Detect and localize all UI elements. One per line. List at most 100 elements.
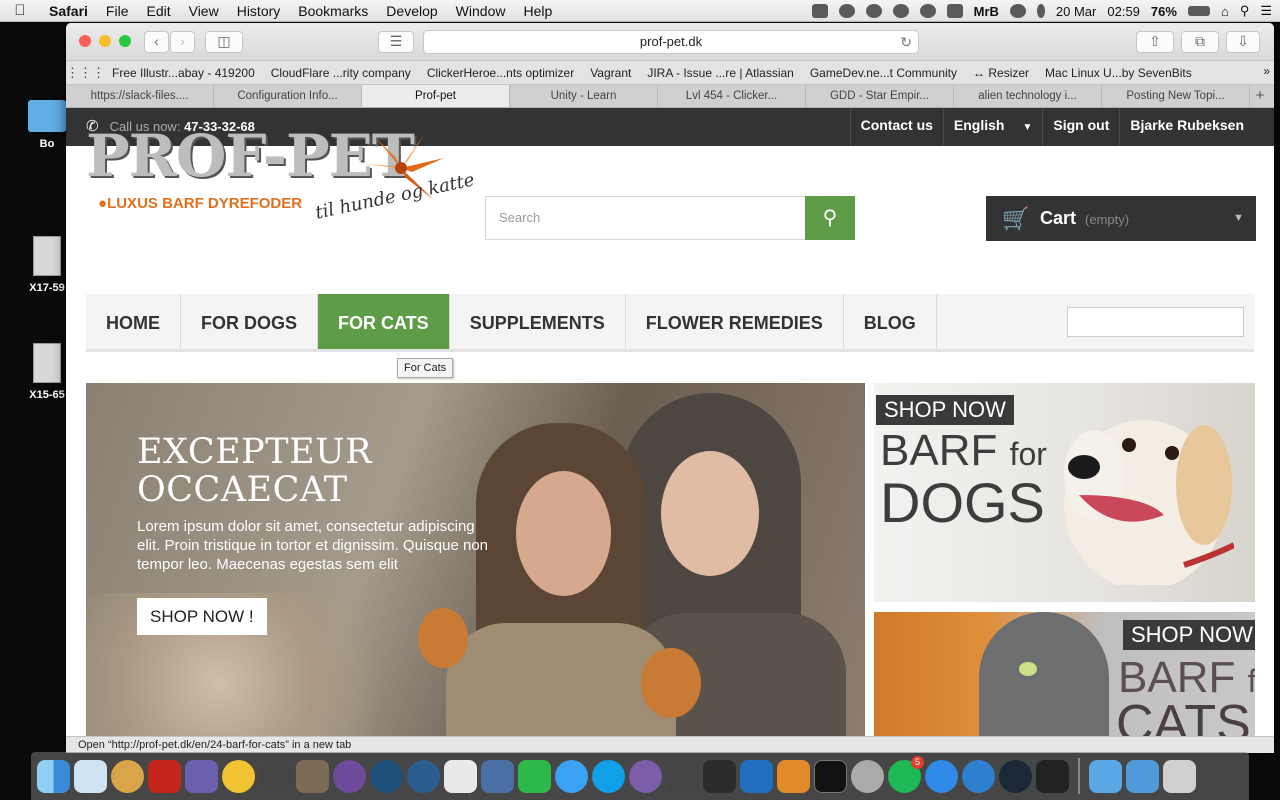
back-button[interactable]: ‹ bbox=[144, 31, 169, 53]
trash-icon[interactable] bbox=[1163, 759, 1196, 793]
transmit-icon[interactable] bbox=[185, 759, 218, 793]
address-bar[interactable]: prof-pet.dk ↻ bbox=[423, 30, 919, 54]
menu-history[interactable]: History bbox=[228, 3, 290, 19]
site-logo[interactable]: PROF-PET ●LUXUS BARF DYREFODER til hunde… bbox=[86, 122, 476, 224]
app-icon[interactable] bbox=[962, 759, 995, 793]
zoom-window-button[interactable] bbox=[119, 35, 131, 47]
finder-icon[interactable] bbox=[37, 759, 70, 793]
downloads-button[interactable]: ⇩ bbox=[1226, 31, 1260, 53]
bluetooth-icon[interactable] bbox=[1036, 4, 1045, 18]
favorite-link[interactable]: Free Illustr...abay - 419200 bbox=[104, 66, 263, 80]
browser-tab[interactable]: Unity - Learn bbox=[510, 85, 658, 107]
browser-tab[interactable]: Posting New Topi... bbox=[1102, 85, 1250, 107]
mysql-workbench-icon[interactable] bbox=[74, 759, 107, 793]
terminal-icon[interactable] bbox=[814, 759, 847, 793]
time-machine-icon[interactable] bbox=[1009, 4, 1026, 18]
sidebar-toggle-button[interactable]: ◫ bbox=[205, 31, 243, 53]
status-app-icon[interactable] bbox=[811, 4, 828, 18]
slack-icon[interactable] bbox=[444, 759, 477, 793]
favorite-link[interactable]: ClickerHeroe...nts optimizer bbox=[419, 66, 582, 80]
notification-center-icon[interactable]: ☰ bbox=[1260, 3, 1272, 19]
sublime-text-icon[interactable] bbox=[777, 759, 810, 793]
favorite-link[interactable]: ↔ Resizer bbox=[965, 66, 1037, 80]
time-label[interactable]: 02:59 bbox=[1107, 4, 1140, 19]
status-app-icon[interactable] bbox=[838, 4, 855, 18]
safari-icon[interactable] bbox=[925, 759, 958, 793]
cart-button[interactable]: 🛒 Cart (empty) ▼ bbox=[986, 196, 1256, 241]
favorite-link[interactable]: CloudFlare ...rity company bbox=[263, 66, 419, 80]
top-sites-grid-icon[interactable]: ⋮⋮⋮ bbox=[66, 65, 105, 81]
browser-tab[interactable]: GDD - Star Empir... bbox=[806, 85, 954, 107]
applications-folder-icon[interactable] bbox=[1089, 759, 1122, 793]
new-tab-button[interactable]: + bbox=[1250, 85, 1270, 107]
menu-help[interactable]: Help bbox=[514, 3, 561, 19]
menu-bookmarks[interactable]: Bookmarks bbox=[289, 3, 377, 19]
browser-tab[interactable]: https://slack-files.... bbox=[66, 85, 214, 107]
desktop-file[interactable]: X17-59 bbox=[22, 236, 72, 294]
language-selector[interactable]: English ▼ bbox=[942, 108, 1042, 146]
browser-tab-active[interactable]: Prof-pet bbox=[362, 85, 510, 107]
sign-out-link[interactable]: Sign out bbox=[1042, 108, 1119, 146]
user-name[interactable]: MrB bbox=[974, 4, 999, 19]
desktop-folder[interactable]: Bo bbox=[22, 100, 72, 150]
apple-menu-icon[interactable]:  bbox=[0, 2, 40, 19]
menu-edit[interactable]: Edit bbox=[137, 3, 179, 19]
jetbrains-icon[interactable] bbox=[740, 759, 773, 793]
nav-for-cats[interactable]: FOR CATS bbox=[318, 294, 450, 349]
viber-status-icon[interactable] bbox=[919, 4, 936, 18]
search-button[interactable]: ⚲ bbox=[805, 196, 855, 240]
nav-supplements[interactable]: SUPPLEMENTS bbox=[450, 294, 626, 349]
nav-search-input[interactable] bbox=[1067, 307, 1244, 337]
nav-flower-remedies[interactable]: FLOWER REMEDIES bbox=[626, 294, 844, 349]
skype-icon[interactable] bbox=[592, 759, 625, 793]
browser-tab[interactable]: Configuration Info... bbox=[214, 85, 362, 107]
spotify-icon[interactable]: 5 bbox=[888, 755, 924, 793]
site-search-input[interactable]: Search bbox=[485, 196, 807, 240]
browser-tab[interactable]: alien technology i... bbox=[954, 85, 1102, 107]
share-button[interactable]: ⇧ bbox=[1136, 31, 1174, 53]
menu-file[interactable]: File bbox=[97, 3, 138, 19]
forward-button[interactable]: › bbox=[170, 31, 195, 53]
xcode-icon[interactable] bbox=[481, 759, 514, 793]
status-app-icon[interactable] bbox=[865, 4, 882, 18]
minimize-window-button[interactable] bbox=[99, 35, 111, 47]
github-icon[interactable] bbox=[333, 759, 366, 793]
steam-icon[interactable] bbox=[999, 759, 1032, 793]
nav-home[interactable]: HOME bbox=[86, 294, 181, 349]
viber-icon[interactable] bbox=[629, 759, 662, 793]
menu-window[interactable]: Window bbox=[447, 3, 515, 19]
status-app-icon[interactable] bbox=[892, 4, 909, 18]
favorite-link[interactable]: GameDev.ne...t Community bbox=[802, 66, 965, 80]
menu-view[interactable]: View bbox=[180, 3, 228, 19]
battery-percent[interactable]: 76% bbox=[1151, 4, 1177, 19]
barf-for-dogs-banner[interactable]: SHOP NOW BARF for DOGS bbox=[874, 383, 1255, 602]
favorite-link[interactable]: Vagrant bbox=[582, 66, 639, 80]
browser-tab[interactable]: Lvl 454 - Clicker... bbox=[658, 85, 806, 107]
unity-icon[interactable] bbox=[1036, 759, 1069, 793]
menu-app-name[interactable]: Safari bbox=[40, 3, 97, 19]
hero-shop-now-button[interactable]: SHOP NOW ! bbox=[137, 598, 267, 635]
menu-develop[interactable]: Develop bbox=[377, 3, 446, 19]
show-tabs-button[interactable]: ⧉ bbox=[1181, 31, 1219, 53]
favorite-link[interactable]: Mac Linux U...by SevenBits bbox=[1037, 66, 1200, 80]
cyberduck-icon[interactable] bbox=[222, 759, 255, 793]
settings-gear-icon[interactable] bbox=[666, 759, 699, 793]
more-favorites-icon[interactable]: » bbox=[1263, 64, 1270, 78]
desktop-file[interactable]: X15-65 bbox=[22, 343, 72, 401]
hero-slider[interactable]: EXCEPTEUR OCCAECAT Lorem ipsum dolor sit… bbox=[86, 383, 865, 736]
reader-layers-button[interactable]: ☰ bbox=[378, 31, 414, 53]
power-icon[interactable] bbox=[851, 759, 884, 793]
wifi-icon[interactable]: ⌂ bbox=[1221, 4, 1229, 19]
close-window-button[interactable] bbox=[79, 35, 91, 47]
battery-icon[interactable] bbox=[1187, 6, 1210, 16]
nav-for-dogs[interactable]: FOR DOGS bbox=[181, 294, 319, 349]
filezilla-icon[interactable] bbox=[148, 759, 181, 793]
facetime-icon[interactable] bbox=[518, 759, 551, 793]
sourcetree-icon[interactable] bbox=[370, 759, 403, 793]
chat-icon[interactable] bbox=[407, 759, 440, 793]
messages-icon[interactable] bbox=[555, 759, 588, 793]
spotlight-search-icon[interactable]: ⚲ bbox=[1240, 3, 1250, 19]
intellij-icon[interactable] bbox=[703, 759, 736, 793]
reload-icon[interactable]: ↻ bbox=[900, 31, 912, 53]
downloads-folder-icon[interactable] bbox=[1126, 759, 1159, 793]
